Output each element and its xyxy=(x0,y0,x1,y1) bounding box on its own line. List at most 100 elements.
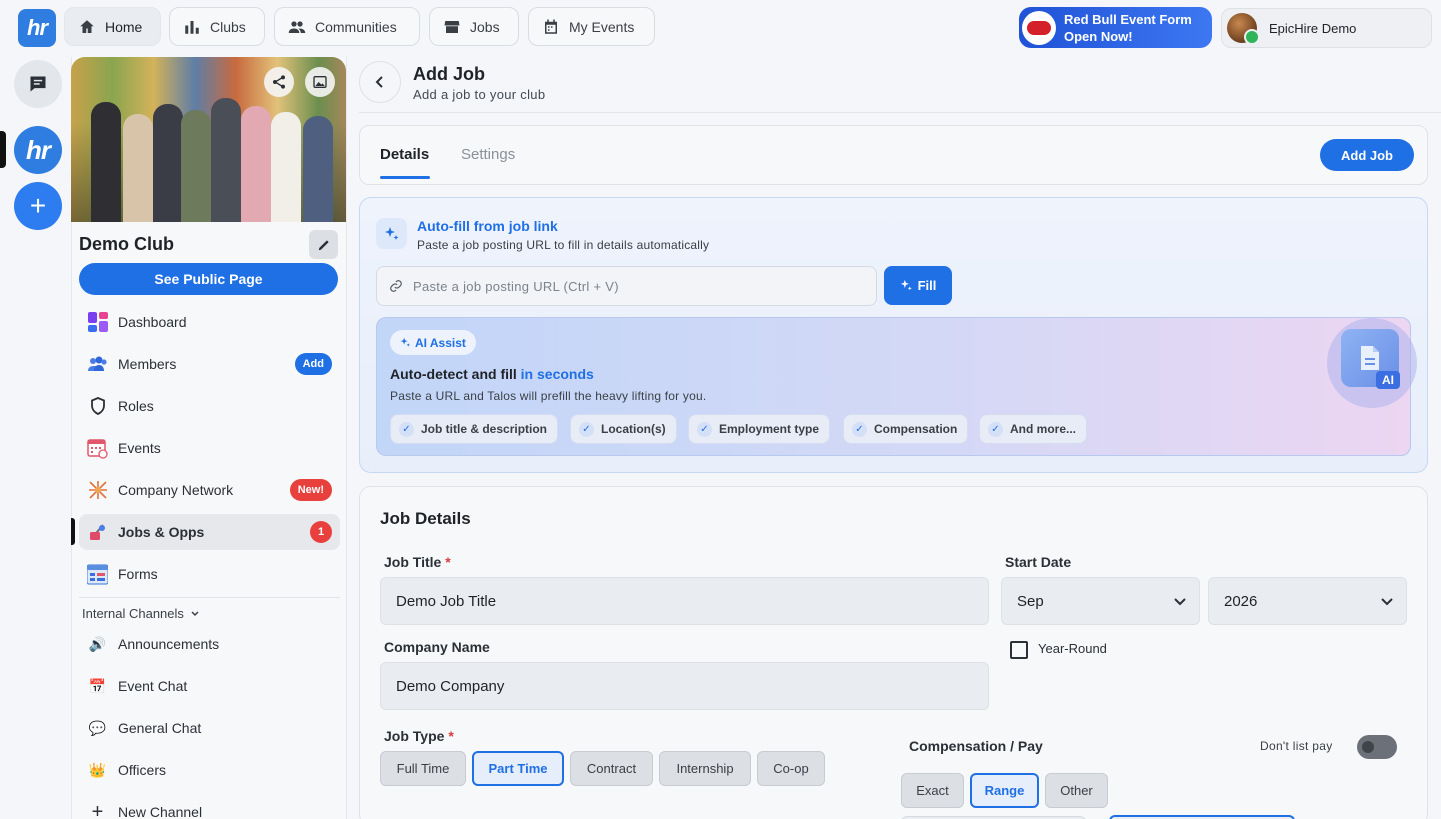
feature-chip: ✓ Job title & description xyxy=(390,414,559,444)
fill-button[interactable]: Fill xyxy=(884,266,952,305)
job-type-co-op[interactable]: Co-op xyxy=(757,751,825,786)
speaker-icon: 🔊 xyxy=(88,635,107,652)
comp-other[interactable]: Other xyxy=(1045,773,1108,808)
change-cover-button[interactable] xyxy=(305,67,335,97)
promo-title: Red Bull Event Form xyxy=(1064,11,1192,27)
people-icon xyxy=(288,20,306,33)
new-badge: New! xyxy=(289,479,332,501)
ai-label: AI xyxy=(1376,371,1400,389)
start-year-select[interactable]: 2026 xyxy=(1208,577,1407,625)
sidebar-item-label: Members xyxy=(118,356,177,372)
promo-banner[interactable]: Red Bull Event Form Open Now! xyxy=(1019,7,1212,48)
club-name: Demo Club xyxy=(79,234,175,254)
start-month-select[interactable]: Sep xyxy=(1001,577,1200,625)
sidebar-item-members[interactable]: Members Add xyxy=(79,346,340,382)
pay-max-input[interactable] xyxy=(1109,815,1295,819)
chevron-left-icon xyxy=(375,76,383,88)
sidebar-item-events[interactable]: Events xyxy=(79,430,340,466)
internal-channels-toggle[interactable]: Internal Channels xyxy=(82,606,200,621)
nav-communities[interactable]: Communities xyxy=(274,7,420,46)
tab-details[interactable]: Details xyxy=(380,146,429,163)
job-type-contract[interactable]: Contract xyxy=(570,751,653,786)
required-mark: * xyxy=(448,728,454,744)
job-title-input[interactable]: Demo Job Title xyxy=(380,577,989,625)
autofill-subtitle: Paste a job posting URL to fill in detai… xyxy=(417,238,710,252)
sidebar-item-forms[interactable]: Forms xyxy=(79,556,340,592)
channel-general-chat[interactable]: 💬 General Chat xyxy=(79,710,340,746)
nav-my-events-label: My Events xyxy=(569,18,635,35)
nav-clubs[interactable]: Clubs xyxy=(169,7,265,46)
speech-bubble-icon: 💬 xyxy=(88,719,107,736)
sidebar-item-company-network[interactable]: Company Network New! xyxy=(79,472,340,508)
job-url-input[interactable]: Paste a job posting URL (Ctrl + V) xyxy=(376,266,877,306)
add-club-button[interactable]: + xyxy=(14,182,62,230)
sidebar-item-roles[interactable]: Roles xyxy=(79,388,340,424)
user-menu[interactable]: EpicHire Demo xyxy=(1221,8,1432,48)
fill-label: Fill xyxy=(917,278,937,293)
dont-list-pay-toggle[interactable] xyxy=(1357,735,1397,759)
chip-label: Employment type xyxy=(719,422,820,436)
edit-club-button[interactable] xyxy=(309,230,338,259)
page-title: Add Job xyxy=(413,64,485,84)
tab-active-underline xyxy=(380,176,430,179)
plus-icon: + xyxy=(91,800,104,819)
promo-subtitle: Open Now! xyxy=(1064,28,1133,44)
sidebar-item-jobs-opps[interactable]: Jobs & Opps 1 xyxy=(79,514,340,550)
tab-settings[interactable]: Settings xyxy=(461,146,515,163)
share-icon xyxy=(273,75,285,89)
job-type-internship[interactable]: Internship xyxy=(659,751,751,786)
app-logo[interactable]: hr xyxy=(18,9,56,47)
sidebar-item-label: Events xyxy=(118,440,161,456)
sidebar-item-label: Jobs & Opps xyxy=(118,524,205,540)
job-type-label-text: Job Type xyxy=(384,728,445,744)
messages-button[interactable] xyxy=(14,60,62,108)
year-round-checkbox[interactable] xyxy=(1010,641,1028,659)
back-button[interactable] xyxy=(359,61,401,103)
calendar-icon xyxy=(545,19,557,34)
year-round-label: Year-Round xyxy=(1038,641,1107,656)
redbull-logo xyxy=(1022,10,1056,45)
add-job-button[interactable]: Add Job xyxy=(1320,139,1414,171)
comp-range[interactable]: Range xyxy=(970,773,1039,808)
autofill-title: Auto-fill from job link xyxy=(417,218,558,234)
chip-label: Job title & description xyxy=(421,422,548,436)
crown-icon: 👑 xyxy=(88,761,107,778)
nav-clubs-label: Clubs xyxy=(210,18,246,35)
channel-label: General Chat xyxy=(118,720,202,736)
nav-home[interactable]: Home xyxy=(64,7,161,46)
sparkle-icon xyxy=(900,279,912,291)
image-icon xyxy=(313,76,327,88)
calendar-icon: 📅 xyxy=(88,677,107,694)
club-switch-button[interactable]: hr xyxy=(14,126,62,174)
link-icon xyxy=(390,280,402,292)
channel-announcements[interactable]: 🔊 Announcements xyxy=(79,626,340,662)
chevron-down-icon xyxy=(191,610,199,616)
job-title-label: Job Title * xyxy=(384,554,451,570)
start-month-value: Sep xyxy=(1017,592,1044,610)
avatar xyxy=(1227,13,1260,45)
see-public-page-button[interactable]: See Public Page xyxy=(79,263,338,295)
sparkle-icon xyxy=(376,218,407,249)
channel-officers[interactable]: 👑 Officers xyxy=(79,752,340,788)
share-button[interactable] xyxy=(264,67,294,97)
new-channel-button[interactable]: + New Channel xyxy=(79,794,340,819)
nav-communities-label: Communities xyxy=(315,18,397,35)
chevron-down-icon xyxy=(1174,598,1186,606)
nav-my-events[interactable]: My Events xyxy=(528,7,655,46)
channel-event-chat[interactable]: 📅 Event Chat xyxy=(79,668,340,704)
company-name-input[interactable]: Demo Company xyxy=(380,662,989,710)
check-icon: ✓ xyxy=(852,421,867,437)
job-type-full-time[interactable]: Full Time xyxy=(380,751,466,786)
ai-headline: Auto-detect and fill in seconds xyxy=(390,366,594,382)
job-type-part-time[interactable]: Part Time xyxy=(472,751,564,786)
channel-label: Officers xyxy=(118,762,166,778)
add-member-badge[interactable]: Add xyxy=(294,353,332,375)
sidebar-item-dashboard[interactable]: Dashboard xyxy=(79,304,340,340)
comp-exact[interactable]: Exact xyxy=(901,773,964,808)
nav-jobs[interactable]: Jobs xyxy=(429,7,519,46)
jobs-count-badge: 1 xyxy=(310,521,332,543)
chevron-down-icon xyxy=(1381,598,1393,606)
rail-active-indicator xyxy=(0,131,6,168)
internal-channels-label: Internal Channels xyxy=(82,606,184,621)
dont-list-pay-label: Don't list pay xyxy=(1260,739,1333,753)
